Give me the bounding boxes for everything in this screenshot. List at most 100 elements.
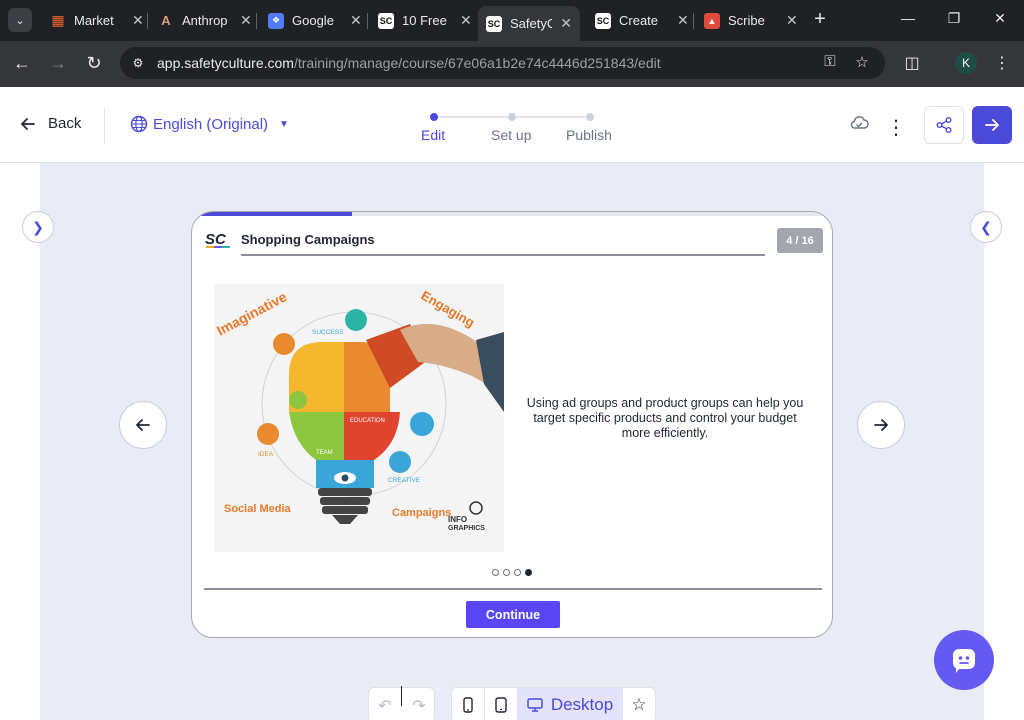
orange-grid-icon: ▦ xyxy=(51,12,65,28)
forward-arrow-icon[interactable]: → xyxy=(46,52,70,76)
back-arrow-icon[interactable]: ← xyxy=(10,52,34,76)
step-edit[interactable]: Edit xyxy=(421,127,445,143)
url-text[interactable]: app.safetyculture.com/training/manage/co… xyxy=(157,55,661,71)
new-tab-plus-icon[interactable]: + xyxy=(810,9,830,30)
desktop-view-button[interactable]: Desktop xyxy=(518,688,623,720)
close-icon[interactable]: ✕ xyxy=(132,12,144,29)
editor-header: Back English (Original) ▼ Edit Set up Pu… xyxy=(0,87,1024,163)
sc-icon: SC xyxy=(378,12,394,29)
pagination-dot[interactable] xyxy=(492,569,499,576)
lightbulb-puzzle-infographic: Imaginative Engaging SUCCESS EDUCATION T… xyxy=(214,284,504,552)
monitor-icon xyxy=(527,698,543,712)
browser-menu-icon[interactable]: ⋮ xyxy=(991,53,1013,73)
slide-preview: SC Shopping Campaigns 4 / 16 Imaginative… xyxy=(191,211,833,638)
close-icon[interactable]: ✕ xyxy=(240,12,252,29)
desktop-view-label: Desktop xyxy=(550,695,614,714)
chat-support-button[interactable] xyxy=(934,630,994,690)
tab-title: Anthrop xyxy=(182,13,228,28)
tab-title: Scribe xyxy=(728,13,765,28)
pagination-dot[interactable] xyxy=(503,569,510,576)
reload-icon[interactable]: ↻ xyxy=(82,52,106,76)
language-selector[interactable]: English (Original) ▼ xyxy=(130,115,289,133)
close-icon[interactable]: ✕ xyxy=(560,15,572,32)
expand-right-panel-button[interactable]: ❮ xyxy=(970,211,1002,243)
slide-image[interactable]: Imaginative Engaging SUCCESS EDUCATION T… xyxy=(214,284,504,552)
next-step-button[interactable] xyxy=(972,106,1012,144)
step-connector xyxy=(438,116,508,118)
close-icon[interactable]: ✕ xyxy=(460,12,472,29)
profile-avatar[interactable]: K xyxy=(955,52,977,74)
back-button[interactable]: Back xyxy=(20,115,81,132)
butterfly-icon: ❖ xyxy=(268,12,284,29)
chevron-left-icon: ❮ xyxy=(980,218,992,235)
browser-tab[interactable]: ▦ Market ✕ xyxy=(42,6,152,35)
close-icon[interactable]: ✕ xyxy=(350,12,362,29)
tab-divider xyxy=(367,13,368,29)
browser-toolbar: ← → ↻ ⚙ app.safetyculture.com/training/m… xyxy=(0,41,1024,87)
tab-search-chevron-icon[interactable]: ⌄ xyxy=(8,8,32,32)
anthropic-icon: A xyxy=(161,13,171,28)
close-window-icon[interactable]: ✕ xyxy=(990,10,1010,27)
extensions-puzzle-icon[interactable]: ◫ xyxy=(901,53,923,73)
share-button[interactable] xyxy=(924,106,964,144)
sc-icon: SC xyxy=(486,15,502,32)
more-options-icon[interactable]: ⋮ xyxy=(885,115,907,139)
step-publish[interactable]: Publish xyxy=(566,127,612,143)
slide-body-text: Using ad groups and product groups can h… xyxy=(526,396,804,440)
back-label: Back xyxy=(48,115,82,132)
tab-title: Google xyxy=(292,13,334,28)
bookmark-star-icon[interactable]: ☆ xyxy=(852,53,872,71)
tab-title: SafetyC xyxy=(510,16,553,31)
key-icon[interactable]: ⚿ xyxy=(820,53,840,70)
expand-left-panel-button[interactable]: ❯ xyxy=(22,211,54,243)
step-setup[interactable]: Set up xyxy=(491,127,531,143)
mobile-view-button[interactable] xyxy=(452,688,485,720)
minimize-icon[interactable]: — xyxy=(898,10,918,26)
course-title: Shopping Campaigns xyxy=(241,232,375,247)
arrow-right-icon xyxy=(874,419,888,431)
svg-text:SUCCESS: SUCCESS xyxy=(312,329,344,336)
sc-icon: SC xyxy=(595,12,611,29)
undo-icon[interactable]: ↶ xyxy=(373,696,397,716)
star-button[interactable]: ☆ xyxy=(623,688,655,720)
star-icon: ☆ xyxy=(631,695,647,714)
redo-icon[interactable]: ↷ xyxy=(407,696,431,716)
scribe-icon: ▲ xyxy=(704,12,720,29)
svg-text:INFO: INFO xyxy=(448,515,467,524)
page-indicator: 4 / 16 xyxy=(777,228,823,253)
browser-tab[interactable]: A Anthrop ✕ xyxy=(150,6,260,35)
site-settings-icon[interactable]: ⚙ xyxy=(129,54,147,72)
svg-text:Campaigns: Campaigns xyxy=(392,507,451,519)
phone-icon xyxy=(463,697,473,713)
globe-icon xyxy=(130,115,148,133)
step-dot-edit xyxy=(430,113,438,121)
tab-divider xyxy=(693,13,694,29)
svg-text:TEAM: TEAM xyxy=(316,450,333,456)
language-label: English (Original) xyxy=(153,115,269,133)
previous-slide-button[interactable] xyxy=(119,401,167,449)
footer-divider xyxy=(204,588,822,590)
close-icon[interactable]: ✕ xyxy=(677,12,689,29)
tablet-view-button[interactable] xyxy=(485,688,518,720)
pagination-dot[interactable] xyxy=(514,569,521,576)
svg-text:Social Media: Social Media xyxy=(224,503,292,515)
browser-tab[interactable]: SC Create ✕ xyxy=(587,6,697,35)
pagination-dot[interactable] xyxy=(525,569,532,576)
next-slide-button[interactable] xyxy=(857,401,905,449)
close-icon[interactable]: ✕ xyxy=(786,12,798,29)
safetyculture-logo: SC xyxy=(205,231,230,248)
restore-window-icon[interactable]: ❐ xyxy=(944,10,964,27)
text-cursor xyxy=(401,686,402,706)
browser-tab[interactable]: ▲ Scribe ✕ xyxy=(696,6,806,35)
browser-tab[interactable]: SC 10 Free ✕ xyxy=(370,6,480,35)
course-progress-track xyxy=(192,212,832,216)
arrow-left-icon xyxy=(21,117,35,130)
stepper: Edit Set up Publish xyxy=(410,111,625,151)
arrow-left-icon xyxy=(136,419,150,431)
tab-divider xyxy=(256,13,257,29)
continue-button[interactable]: Continue xyxy=(466,601,560,628)
browser-tab[interactable]: ❖ Google ✕ xyxy=(260,6,370,35)
svg-text:SC: SC xyxy=(205,231,227,248)
browser-tab-active[interactable]: SC SafetyC ✕ xyxy=(478,6,580,41)
address-bar[interactable]: ⚙ app.safetyculture.com/training/manage/… xyxy=(120,47,885,79)
